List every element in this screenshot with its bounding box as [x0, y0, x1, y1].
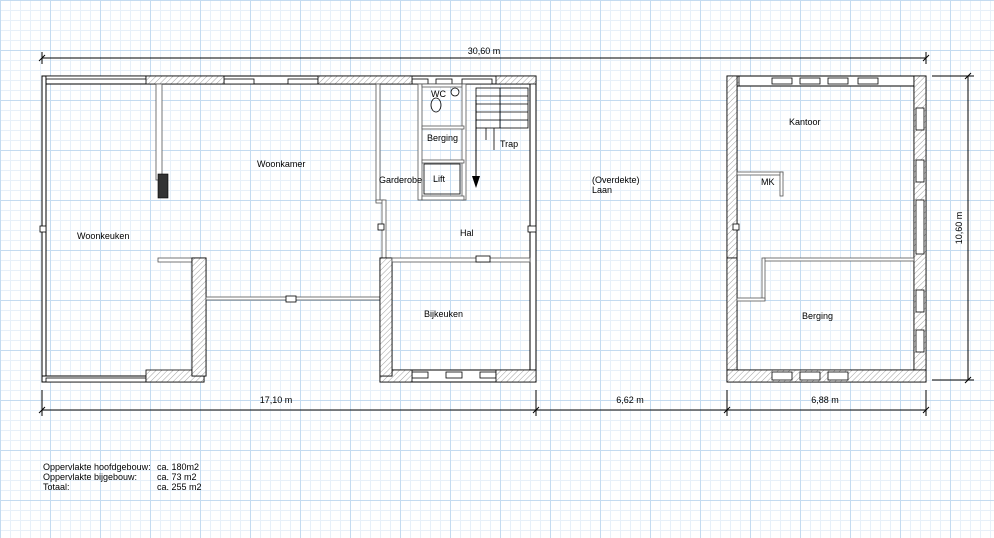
dimension-laan-width-label: 6,62 m	[616, 395, 644, 405]
dimension-height: 10,60 m	[932, 72, 974, 384]
room-label-mk: MK	[761, 177, 775, 187]
dimension-height-label: 10,60 m	[954, 212, 964, 245]
dimension-total-width: 30,60 m	[38, 46, 930, 64]
room-label-berging-small: Berging	[427, 133, 458, 143]
room-label-garderobe: Garderobe	[379, 175, 422, 185]
area-label-main: Oppervlakte hoofdgebouw:	[43, 462, 151, 472]
dimension-total-width-label: 30,60 m	[468, 46, 501, 56]
area-label-annex: Oppervlakte bijgebouw:	[43, 472, 138, 482]
room-label-woonkamer: Woonkamer	[257, 159, 305, 169]
room-labels: Woonkeuken Woonkamer WC Berging Trap Gar…	[77, 89, 833, 321]
dimension-annex-width-label: 6,88 m	[811, 395, 839, 405]
area-row-main: Oppervlakte hoofdgebouw: ca. 180m2	[43, 462, 202, 472]
room-label-berging-large: Berging	[802, 311, 833, 321]
room-label-trap: Trap	[500, 139, 518, 149]
room-label-bijkeuken: Bijkeuken	[424, 309, 463, 319]
room-label-laan-line2: Laan	[592, 185, 612, 195]
dimension-main-width-label: 17,10 m	[260, 395, 293, 405]
room-label-laan-line1: (Overdekte)	[592, 175, 640, 185]
area-summary: Oppervlakte hoofdgebouw: ca. 180m2 Opper…	[43, 462, 202, 492]
room-label-wc: WC	[431, 89, 446, 99]
area-row-total: Totaal: ca. 255 m2	[43, 482, 202, 492]
annex-building-walls	[726, 75, 927, 383]
floor-plan: 30,60 m 10,60 m 17,10 m 6,62 m 6,88 m Wo…	[38, 46, 974, 416]
area-value-main: ca. 180m2	[157, 462, 200, 472]
area-label-total: Totaal:	[43, 482, 70, 492]
room-label-kantoor: Kantoor	[789, 117, 821, 127]
room-label-hal: Hal	[460, 228, 474, 238]
dimension-bottom: 17,10 m 6,62 m 6,88 m	[38, 390, 930, 416]
area-value-total: ca. 255 m2	[157, 482, 202, 492]
room-label-lift: Lift	[433, 174, 446, 184]
area-value-annex: ca. 73 m2	[157, 472, 197, 482]
room-label-woonkeuken: Woonkeuken	[77, 231, 129, 241]
area-row-annex: Oppervlakte bijgebouw: ca. 73 m2	[43, 472, 202, 482]
